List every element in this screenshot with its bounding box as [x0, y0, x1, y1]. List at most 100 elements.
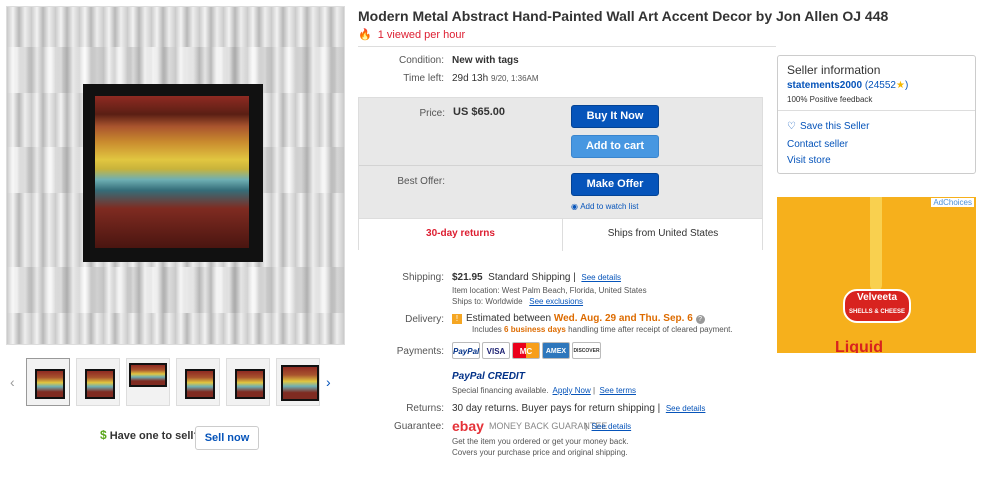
- seller-heading: Seller information: [787, 63, 881, 77]
- watch-link[interactable]: ◉ Add to watch list: [571, 202, 638, 211]
- thumbnail-image: [85, 369, 115, 399]
- shipping-value: $21.95 Standard Shipping | See details: [452, 272, 621, 283]
- guarantee-line1: Get the item you ordered or get your mon…: [452, 437, 629, 446]
- seller-name-link[interactable]: statements2000: [787, 80, 862, 91]
- eye-icon: ◉: [571, 202, 578, 211]
- guarantee-details-link[interactable]: See details: [592, 422, 632, 431]
- chevron-left-icon[interactable]: ‹: [10, 374, 15, 390]
- divider: [359, 165, 762, 166]
- thumbnail-image: [35, 369, 65, 399]
- metal-texture: [7, 267, 344, 313]
- see-terms-link[interactable]: See terms: [600, 386, 636, 395]
- mastercard-logo: MC: [512, 342, 540, 359]
- views-badge: 🔥 1 viewed per hour: [358, 28, 465, 41]
- price-label: Price:: [419, 108, 445, 119]
- thumbnail-image: [129, 363, 167, 387]
- make-offer-button[interactable]: Make Offer: [571, 173, 659, 196]
- sell-prompt: $ Have one to sell? Sell now: [100, 426, 259, 450]
- sell-label: Have one to sell?: [109, 430, 201, 442]
- thumbnail[interactable]: [126, 358, 170, 406]
- returns-badge: 30-day returns: [359, 219, 563, 251]
- includes-text: Includes: [472, 325, 502, 334]
- condition-label: Condition:: [398, 55, 444, 66]
- thumbnail[interactable]: [226, 358, 270, 406]
- timeleft-value: 29d 13h 9/20, 1:36AM: [452, 73, 539, 84]
- divider: [778, 110, 975, 111]
- delivery-includes: Includes 6 business days handling time a…: [472, 325, 733, 334]
- returns-text: 30 day returns. Buyer pays for return sh…: [452, 403, 655, 414]
- art-frame: [83, 84, 263, 262]
- amex-logo: AMEX: [542, 342, 570, 359]
- thumbnail-strip: ‹ ›: [6, 356, 343, 408]
- heart-icon: ♡: [787, 121, 796, 132]
- ad-brand-sub: SHELLS & CHEESE: [848, 309, 905, 315]
- chevron-right-icon[interactable]: ›: [326, 374, 331, 390]
- returns-label: Returns:: [406, 403, 444, 414]
- apply-now-link[interactable]: Apply Now: [553, 386, 591, 395]
- visit-store-link[interactable]: Visit store: [787, 155, 831, 166]
- paypal-credit-title: PayPal CREDIT: [452, 371, 525, 382]
- item-location: Item location: West Palm Beach, Florida,…: [452, 286, 647, 295]
- seller-feedback: 100% Positive feedback: [787, 95, 873, 104]
- financing-text: Special financing available.: [452, 386, 549, 395]
- guarantee-label: Guarantee:: [393, 421, 444, 432]
- contact-seller-link[interactable]: Contact seller: [787, 139, 848, 150]
- shipping-details-link[interactable]: See details: [581, 273, 621, 282]
- help-icon[interactable]: ?: [695, 315, 705, 324]
- ad-banner[interactable]: AdChoices Velveeta SHELLS & CHEESE Liqui…: [777, 197, 976, 353]
- handling-text: handling time after receipt of cleared p…: [568, 325, 733, 334]
- seller-panel: Seller information statements2000 (24552…: [777, 55, 976, 174]
- price-value: US $65.00: [453, 106, 505, 118]
- fire-icon: 🔥: [358, 29, 372, 41]
- thumbnail[interactable]: [276, 358, 320, 406]
- info-flag-icon: !: [452, 314, 462, 324]
- delivery-value: ! Estimated between Wed. Aug. 29 and Thu.…: [452, 313, 705, 324]
- seller-score[interactable]: (24552: [865, 80, 896, 91]
- shipping-method: Standard Shipping: [488, 272, 571, 283]
- thumbnail[interactable]: [26, 358, 70, 406]
- thumbnail-image: [185, 369, 215, 399]
- returns-value: 30 day returns. Buyer pays for return sh…: [452, 403, 706, 414]
- shipping-label: Shipping:: [402, 272, 444, 283]
- delivery-label: Delivery:: [405, 314, 444, 325]
- watch-label: Add to watch list: [580, 202, 639, 211]
- paypal-logo: PayPal: [452, 342, 480, 359]
- save-seller-link[interactable]: ♡ Save this Seller: [787, 121, 869, 132]
- adchoices-link[interactable]: AdChoices: [931, 198, 974, 207]
- velveeta-logo: Velveeta SHELLS & CHEESE: [843, 289, 911, 323]
- discover-logo: DISCOVER: [572, 342, 601, 359]
- timeleft-label: Time left:: [403, 73, 444, 84]
- shipping-cost: $21.95: [452, 272, 483, 283]
- buy-it-now-button[interactable]: Buy It Now: [571, 105, 659, 128]
- thumbnail[interactable]: [176, 358, 220, 406]
- thumbnail-image: [235, 369, 265, 399]
- timeleft-date: 9/20, 1:36AM: [490, 74, 539, 83]
- returns-strip: 30-day returns Ships from United States: [359, 218, 762, 251]
- business-days: 6 business days: [504, 325, 566, 334]
- thumbnail-image: [281, 365, 319, 401]
- seller-score-close: ): [904, 80, 909, 91]
- sell-now-button[interactable]: Sell now: [195, 426, 259, 450]
- best-offer-label: Best Offer:: [397, 176, 445, 187]
- art-canvas: [95, 96, 249, 248]
- ad-brand: Velveeta: [856, 292, 898, 303]
- ad-headline: Liquid: [835, 339, 883, 353]
- ships-from: Ships from United States: [607, 228, 719, 239]
- timeleft-duration: 29d 13h: [452, 73, 489, 84]
- exclusions-link[interactable]: See exclusions: [529, 297, 583, 306]
- star-icon: ★: [895, 80, 905, 91]
- ebay-logo: ebay: [452, 418, 484, 434]
- views-text: 1 viewed per hour: [377, 29, 466, 41]
- returns-details-link[interactable]: See details: [666, 404, 706, 413]
- dollar-icon: $: [100, 428, 107, 442]
- guarantee-line2: Covers your purchase price and original …: [452, 448, 628, 457]
- delivery-prefix: Estimated between: [466, 313, 552, 324]
- cheese-pour: [870, 197, 882, 291]
- add-to-cart-button[interactable]: Add to cart: [571, 135, 659, 158]
- ships-to-text: Ships to: Worldwide: [452, 297, 523, 306]
- seller-name-row: statements2000 (24552★): [787, 80, 908, 91]
- save-seller-label: Save this Seller: [799, 121, 870, 132]
- ships-to: Ships to: Worldwide See exclusions: [452, 297, 583, 306]
- main-product-image[interactable]: [6, 6, 345, 345]
- thumbnail[interactable]: [76, 358, 120, 406]
